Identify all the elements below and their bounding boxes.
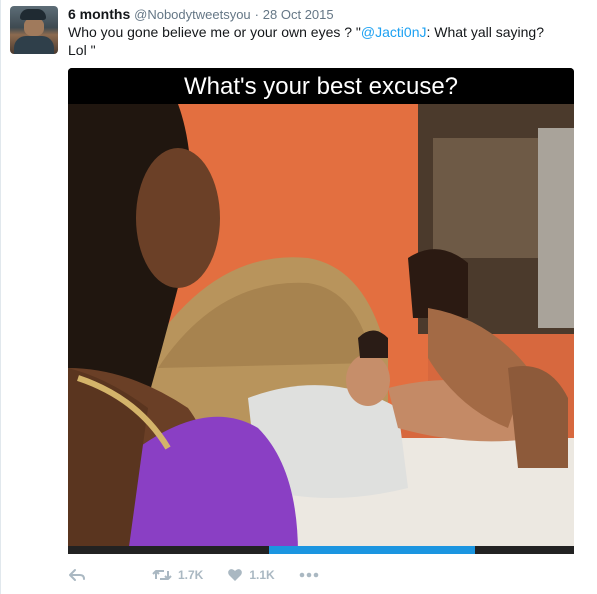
tweet-actions: 1.7K 1.1K xyxy=(68,565,343,585)
tweet-text: Who you gone believe me or your own eyes… xyxy=(68,23,578,59)
more-button[interactable] xyxy=(299,572,319,578)
media-video[interactable]: What's your best excuse? xyxy=(68,68,574,554)
media-image xyxy=(68,104,574,554)
heart-icon xyxy=(228,569,243,581)
avatar-shirt xyxy=(14,36,54,54)
mention-link[interactable]: @Jacti0nJ xyxy=(361,24,427,40)
more-icon xyxy=(299,572,319,578)
tweet-header: 6 months @Nobodytweetsyou · 28 Oct 2015 xyxy=(68,5,334,24)
user-handle[interactable]: @Nobodytweetsyou xyxy=(134,7,251,22)
tweet-text-part2: : What yall saying? xyxy=(426,24,544,40)
retweet-count: 1.7K xyxy=(178,568,204,582)
time-ago[interactable]: 6 months xyxy=(68,6,130,22)
tweet-text-part1: Who you gone believe me or your own eyes… xyxy=(68,24,361,40)
avatar[interactable] xyxy=(10,6,58,54)
reply-icon xyxy=(69,569,85,581)
retweet-button[interactable]: 1.7K xyxy=(152,568,203,582)
like-count: 1.1K xyxy=(249,568,275,582)
like-button[interactable]: 1.1K xyxy=(227,568,275,582)
avatar-face xyxy=(24,18,44,36)
avatar-hat xyxy=(20,9,46,20)
tweet-card[interactable]: 6 months @Nobodytweetsyou · 28 Oct 2015 … xyxy=(0,0,597,594)
tweet-date[interactable]: 28 Oct 2015 xyxy=(263,7,334,22)
reply-button[interactable] xyxy=(68,567,86,583)
media-caption: What's your best excuse? xyxy=(68,68,574,104)
tweet-text-part3: Lol " xyxy=(68,42,96,58)
video-progress-bar[interactable] xyxy=(68,546,574,554)
separator-dot: · xyxy=(254,7,259,22)
retweet-icon xyxy=(152,570,172,580)
video-progress-fill xyxy=(269,546,475,554)
